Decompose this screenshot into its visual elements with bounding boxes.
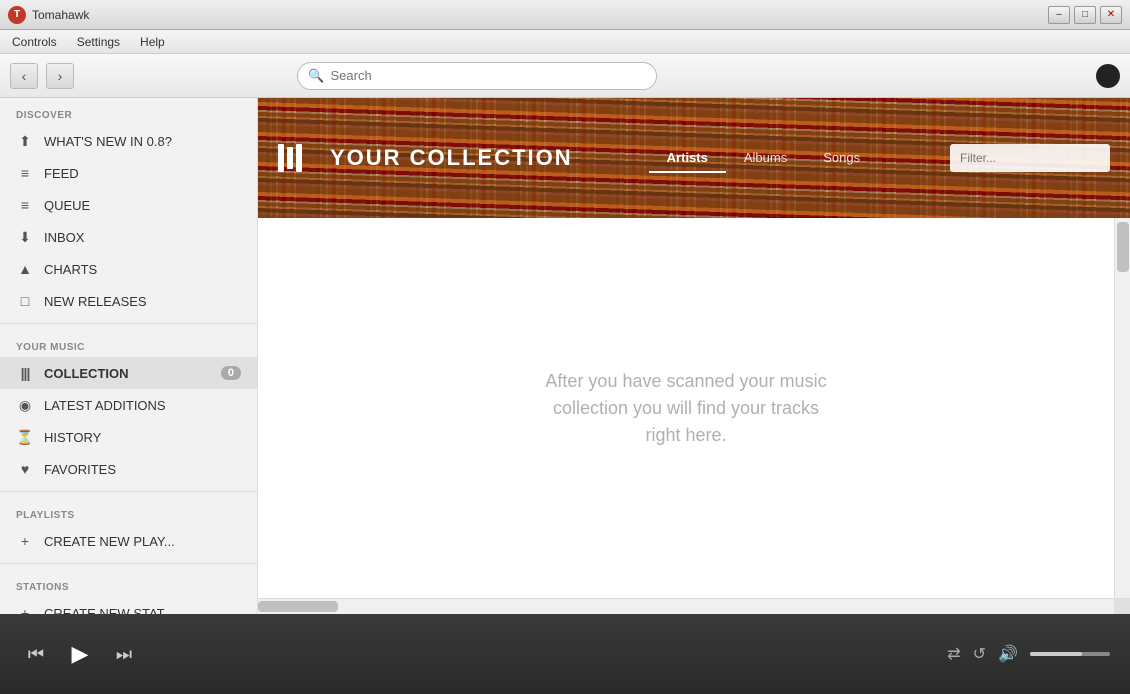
repeat-button[interactable]: ↺ xyxy=(973,644,986,664)
sidebar-item-create-station[interactable]: + CREATE NEW STAT... xyxy=(0,597,257,614)
main-layout: DISCOVER ⬆ WHAT'S NEW IN 0.8? ≡ FEED ≡ Q… xyxy=(0,98,1130,614)
menu-settings[interactable]: Settings xyxy=(73,33,124,51)
sidebar-item-inbox[interactable]: ⬇ INBOX xyxy=(0,221,257,253)
app-icon: T xyxy=(8,6,26,24)
filter-box xyxy=(950,144,1110,172)
app-title: Tomahawk xyxy=(32,8,1048,22)
discover-section-header: DISCOVER xyxy=(0,98,257,125)
history-icon: ⏳ xyxy=(16,428,34,446)
maximize-button[interactable]: □ xyxy=(1074,6,1096,24)
scrollbar-thumb[interactable] xyxy=(1117,222,1129,272)
volume-slider[interactable] xyxy=(1030,652,1110,656)
inbox-icon: ⬇ xyxy=(16,228,34,246)
search-icon: 🔍 xyxy=(308,68,324,84)
tab-albums[interactable]: Albums xyxy=(726,144,805,173)
new-releases-icon: □ xyxy=(16,292,34,310)
collection-banner-icon xyxy=(278,144,314,172)
sidebar-item-create-playlist[interactable]: + CREATE NEW PLAY... xyxy=(0,525,257,557)
minimize-button[interactable]: – xyxy=(1048,6,1070,24)
content-area: YOUR COLLECTION Artists Albums Songs Aft… xyxy=(258,98,1130,614)
collection-icon: ||| xyxy=(16,364,34,382)
queue-icon: ≡ xyxy=(16,196,34,214)
sidebar-item-queue[interactable]: ≡ QUEUE xyxy=(0,189,257,221)
back-button[interactable]: ‹ xyxy=(10,63,38,89)
collection-banner: YOUR COLLECTION Artists Albums Songs xyxy=(258,98,1130,218)
latest-additions-icon: ◉ xyxy=(16,396,34,414)
close-button[interactable]: ✕ xyxy=(1100,6,1122,24)
sidebar-item-favorites[interactable]: ♥ FAVORITES xyxy=(0,453,257,485)
collection-badge: 0 xyxy=(221,366,241,380)
horizontal-scrollbar[interactable] xyxy=(258,598,1130,614)
scrollbar-corner xyxy=(1114,599,1130,614)
sidebar-divider-3 xyxy=(0,563,257,564)
window-controls: – □ ✕ xyxy=(1048,6,1122,24)
your-music-section-header: YOUR MUSIC xyxy=(0,330,257,357)
playlists-section-header: PLAYLISTS xyxy=(0,498,257,525)
profile-avatar[interactable] xyxy=(1096,64,1120,88)
create-playlist-icon: + xyxy=(16,532,34,550)
create-station-icon: + xyxy=(16,604,34,614)
title-bar: T Tomahawk – □ ✕ xyxy=(0,0,1130,30)
tab-songs[interactable]: Songs xyxy=(805,144,878,173)
sidebar-item-charts[interactable]: ▲ CHARTS xyxy=(0,253,257,285)
stations-section-header: STATIONS xyxy=(0,570,257,597)
favorites-icon: ♥ xyxy=(16,460,34,478)
menu-controls[interactable]: Controls xyxy=(8,33,61,51)
whats-new-icon: ⬆ xyxy=(16,132,34,150)
sidebar-divider-1 xyxy=(0,323,257,324)
empty-state-message: After you have scanned your music collec… xyxy=(258,218,1114,598)
sidebar-item-collection[interactable]: ||| COLLECTION 0 xyxy=(0,357,257,389)
sidebar-item-new-releases[interactable]: □ NEW RELEASES xyxy=(0,285,257,317)
sidebar-item-history[interactable]: ⏳ HISTORY xyxy=(0,421,257,453)
charts-icon: ▲ xyxy=(16,260,34,278)
toolbar: ‹ › 🔍 xyxy=(0,54,1130,98)
menu-help[interactable]: Help xyxy=(136,33,169,51)
shuffle-button[interactable]: ⇄ xyxy=(947,644,960,664)
sidebar-item-whats-new[interactable]: ⬆ WHAT'S NEW IN 0.8? xyxy=(0,125,257,157)
sidebar-divider-2 xyxy=(0,491,257,492)
forward-button[interactable]: › xyxy=(46,63,74,89)
vertical-scrollbar[interactable] xyxy=(1114,218,1130,598)
h-scrollbar-thumb[interactable] xyxy=(258,601,338,612)
tab-artists[interactable]: Artists xyxy=(649,144,726,173)
play-button[interactable]: ▶ xyxy=(64,638,96,670)
next-button[interactable]: ⏭ xyxy=(108,638,140,670)
content-body: After you have scanned your music collec… xyxy=(258,218,1130,598)
sidebar: DISCOVER ⬆ WHAT'S NEW IN 0.8? ≡ FEED ≡ Q… xyxy=(0,98,258,614)
sidebar-item-feed[interactable]: ≡ FEED xyxy=(0,157,257,189)
right-controls: ⇄ ↺ 🔊 xyxy=(947,644,1110,664)
playback-bar: ⏮ ▶ ⏭ ⇄ ↺ 🔊 xyxy=(0,614,1130,694)
search-bar: 🔍 xyxy=(297,62,657,90)
search-input[interactable] xyxy=(331,68,647,83)
banner-tabs: Artists Albums Songs xyxy=(649,144,878,173)
volume-icon: 🔊 xyxy=(998,644,1018,664)
h-scrollbar-track xyxy=(258,599,1114,614)
menu-bar: Controls Settings Help xyxy=(0,30,1130,54)
collection-banner-title: YOUR COLLECTION xyxy=(330,145,573,171)
filter-input[interactable] xyxy=(960,151,1100,165)
feed-icon: ≡ xyxy=(16,164,34,182)
sidebar-item-latest-additions[interactable]: ◉ LATEST ADDITIONS xyxy=(0,389,257,421)
prev-button[interactable]: ⏮ xyxy=(20,638,52,670)
volume-fill xyxy=(1030,652,1082,656)
play-controls: ⏮ ▶ ⏭ xyxy=(20,638,140,670)
